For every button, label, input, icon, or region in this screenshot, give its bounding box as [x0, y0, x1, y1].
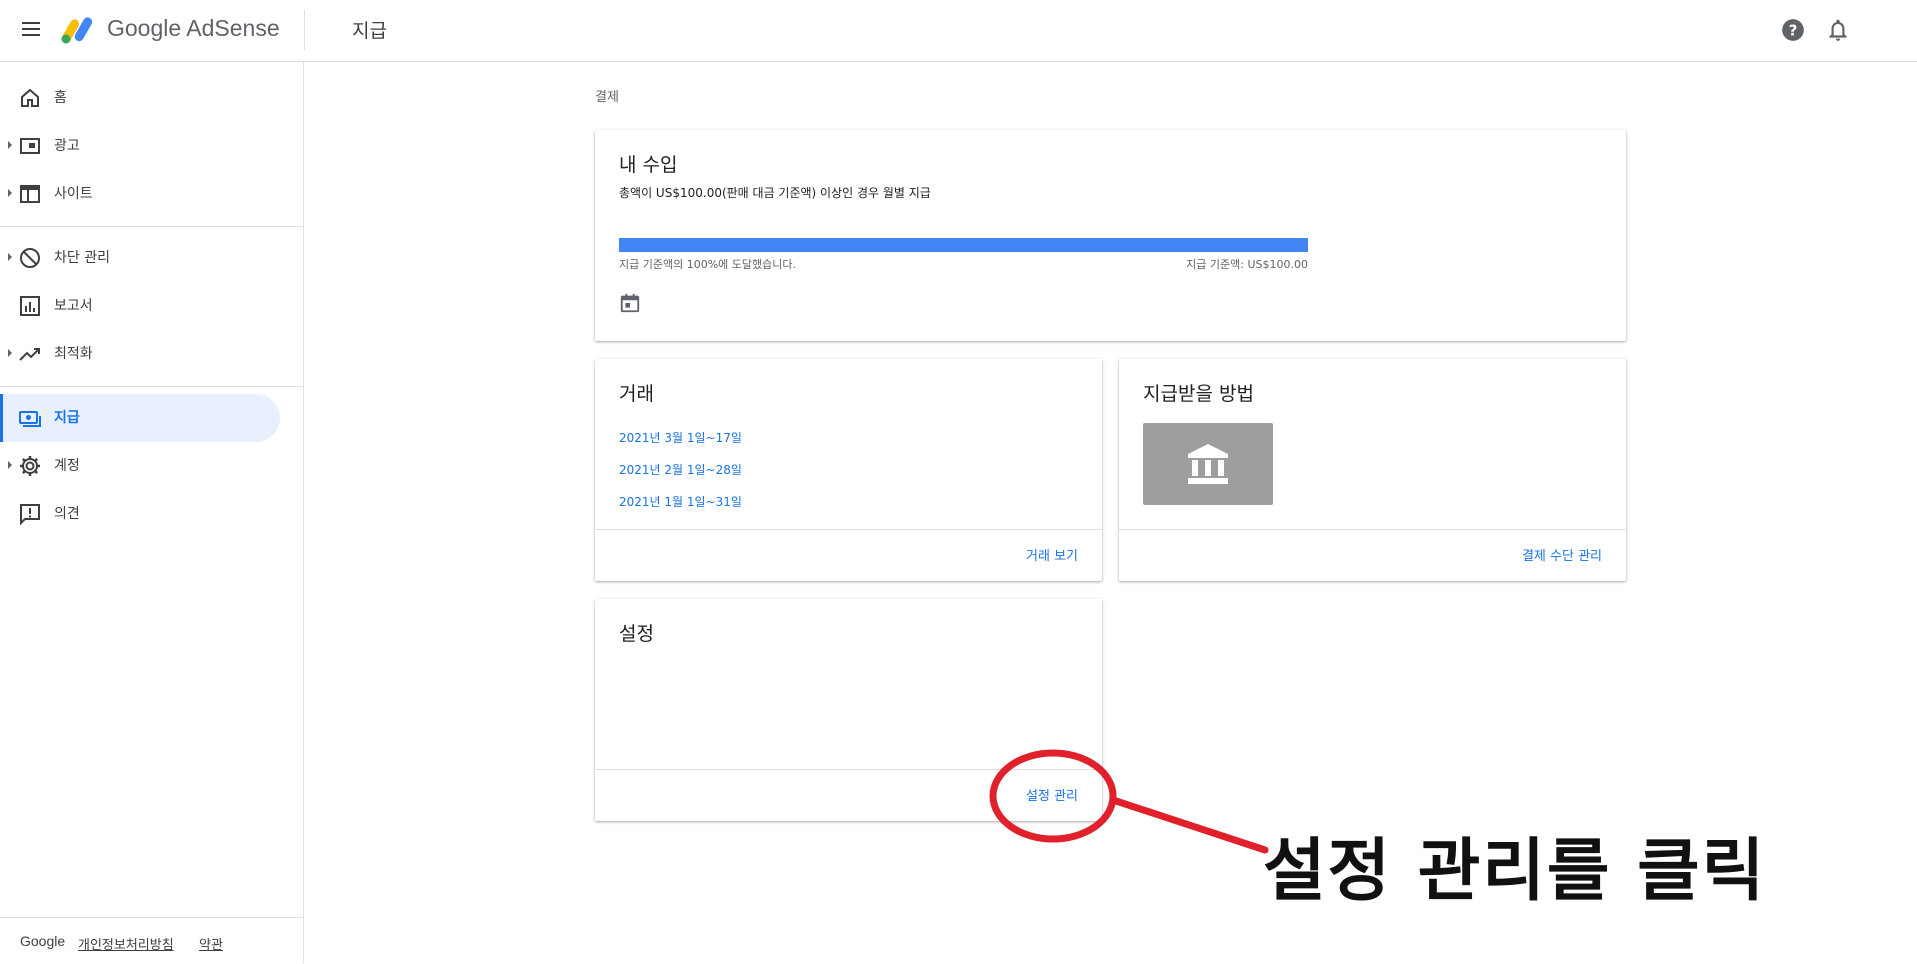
- annotation-circle: [989, 749, 1117, 843]
- annotation-pointer-line: [1109, 796, 1269, 854]
- annotation-text: 설정 관리를 클릭: [1263, 832, 1767, 911]
